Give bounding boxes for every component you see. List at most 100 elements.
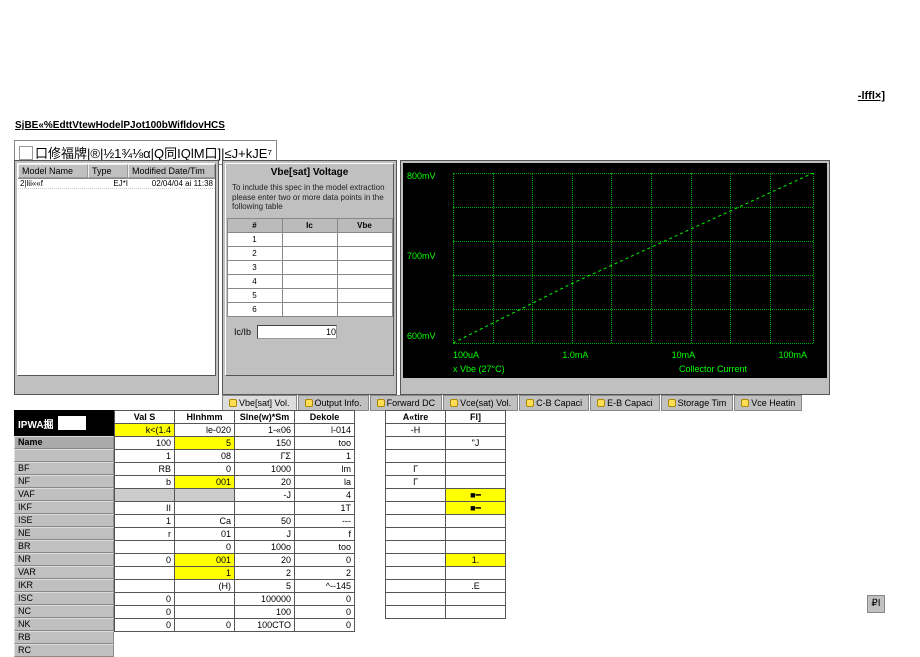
param-label[interactable]: VAF xyxy=(14,488,114,501)
param-cell[interactable] xyxy=(115,541,175,554)
param-label[interactable]: BF xyxy=(14,462,114,475)
param-cell[interactable]: 01 xyxy=(175,528,235,541)
param-cell[interactable]: f xyxy=(295,528,355,541)
param-cell[interactable]: b xyxy=(115,476,175,489)
param-cell[interactable] xyxy=(175,593,235,606)
param-cell[interactable]: 100o xyxy=(235,541,295,554)
param-cell[interactable]: -J xyxy=(235,489,295,502)
param-cell[interactable] xyxy=(175,502,235,515)
active-cell[interactable]: ■━ xyxy=(446,502,506,515)
active-cell[interactable] xyxy=(446,450,506,463)
param-col-header[interactable]: Dekole xyxy=(295,411,355,424)
param-cell[interactable] xyxy=(115,580,175,593)
param-label[interactable]: NC xyxy=(14,605,114,618)
model-row[interactable]: 2|lii««f EJ*I 02/04/04 ai 11:38 xyxy=(18,179,215,189)
param-cell[interactable]: 5 xyxy=(175,437,235,450)
active-cell[interactable] xyxy=(386,450,446,463)
param-cell[interactable] xyxy=(175,606,235,619)
tab-7[interactable]: Vce Heatin xyxy=(734,395,802,411)
param-cell[interactable]: RB xyxy=(115,463,175,476)
param-cell[interactable]: 001 xyxy=(175,554,235,567)
active-grid[interactable]: A«tireFl]-H"JГГ■━■━1..E xyxy=(385,410,506,657)
param-cell[interactable]: 0 xyxy=(295,619,355,632)
active-cell[interactable] xyxy=(386,528,446,541)
active-cell[interactable] xyxy=(386,541,446,554)
param-grid[interactable]: Val SHlnhmmSlne(w)*SmDekolek<(1.4le-0201… xyxy=(114,410,355,657)
param-label[interactable] xyxy=(14,449,114,462)
scroll-corner[interactable]: ₽I xyxy=(867,595,885,613)
param-cell[interactable]: le-020 xyxy=(175,424,235,437)
param-cell[interactable]: too xyxy=(295,437,355,450)
active-cell[interactable] xyxy=(386,580,446,593)
param-cell[interactable]: 1 xyxy=(115,515,175,528)
active-col-header[interactable]: A«tire xyxy=(386,411,446,424)
active-cell[interactable] xyxy=(446,567,506,580)
active-cell[interactable]: Г xyxy=(386,476,446,489)
active-cell[interactable] xyxy=(446,515,506,528)
param-label[interactable]: NE xyxy=(14,527,114,540)
active-cell[interactable]: "J xyxy=(446,437,506,450)
param-cell[interactable]: 0 xyxy=(175,541,235,554)
active-cell[interactable] xyxy=(446,606,506,619)
param-cell[interactable]: 150 xyxy=(235,437,295,450)
active-cell[interactable] xyxy=(446,463,506,476)
param-cell[interactable]: 50 xyxy=(235,515,295,528)
active-cell[interactable] xyxy=(446,541,506,554)
param-label[interactable]: ISC xyxy=(14,592,114,605)
param-cell[interactable]: l-014 xyxy=(295,424,355,437)
param-cell[interactable]: 0 xyxy=(295,554,355,567)
param-cell[interactable]: 0 xyxy=(295,593,355,606)
tab-1[interactable]: Output Info. xyxy=(298,395,369,411)
param-cell[interactable] xyxy=(115,489,175,502)
param-cell[interactable]: 5 xyxy=(235,580,295,593)
active-cell[interactable] xyxy=(386,515,446,528)
active-cell[interactable]: 1. xyxy=(446,554,506,567)
active-cell[interactable] xyxy=(446,528,506,541)
param-cell[interactable]: 1000 xyxy=(235,463,295,476)
active-cell[interactable] xyxy=(386,489,446,502)
param-cell[interactable]: 2 xyxy=(235,567,295,580)
menu-bar[interactable]: SjBE«%EdttVtewHodelPJot100bWifldovHCS xyxy=(15,120,225,131)
chart-area[interactable]: 800mV 700mV 600mV 100uA xyxy=(403,163,827,378)
param-cell[interactable]: 1 xyxy=(175,567,235,580)
param-col-header[interactable]: Val S xyxy=(115,411,175,424)
active-cell[interactable] xyxy=(386,502,446,515)
param-cell[interactable]: 0 xyxy=(115,593,175,606)
param-cell[interactable]: k<(1.4 xyxy=(115,424,175,437)
active-cell[interactable]: -H xyxy=(386,424,446,437)
param-cell[interactable]: 0 xyxy=(175,619,235,632)
model-list-body[interactable]: 2|lii««f EJ*I 02/04/04 ai 11:38 xyxy=(18,179,215,375)
param-cell[interactable]: lm xyxy=(295,463,355,476)
param-label[interactable]: NK xyxy=(14,618,114,631)
param-cell[interactable] xyxy=(235,502,295,515)
toolbar-icon[interactable] xyxy=(19,146,33,160)
param-cell[interactable]: 1T xyxy=(295,502,355,515)
active-cell[interactable] xyxy=(386,437,446,450)
active-cell[interactable]: ■━ xyxy=(446,489,506,502)
param-label[interactable]: IKF xyxy=(14,501,114,514)
param-cell[interactable]: J xyxy=(235,528,295,541)
param-label[interactable]: RB xyxy=(14,631,114,644)
active-cell[interactable] xyxy=(446,476,506,489)
param-cell[interactable]: Ca xyxy=(175,515,235,528)
param-col-header[interactable]: Slne(w)*Sm xyxy=(235,411,295,424)
param-cell[interactable]: 100000 xyxy=(235,593,295,606)
param-cell[interactable] xyxy=(175,489,235,502)
tab-6[interactable]: Storage Tim xyxy=(661,395,734,411)
param-cell[interactable]: 1 xyxy=(295,450,355,463)
param-cell[interactable]: too xyxy=(295,541,355,554)
param-cell[interactable]: r xyxy=(115,528,175,541)
param-cell[interactable]: 08 xyxy=(175,450,235,463)
active-cell[interactable] xyxy=(446,424,506,437)
param-cell[interactable]: 1 xyxy=(115,450,175,463)
tab-5[interactable]: E-B Capaci xyxy=(590,395,660,411)
param-cell[interactable]: 0 xyxy=(295,606,355,619)
active-cell[interactable]: Г xyxy=(386,463,446,476)
param-cell[interactable]: 0 xyxy=(115,619,175,632)
param-col-header[interactable]: Hlnhmm xyxy=(175,411,235,424)
param-cell[interactable]: 001 xyxy=(175,476,235,489)
param-name-header[interactable]: Name xyxy=(14,436,114,449)
active-cell[interactable] xyxy=(446,593,506,606)
param-cell[interactable]: ГΣ xyxy=(235,450,295,463)
tab-0[interactable]: Vbe[sat] Vol. xyxy=(222,395,297,411)
